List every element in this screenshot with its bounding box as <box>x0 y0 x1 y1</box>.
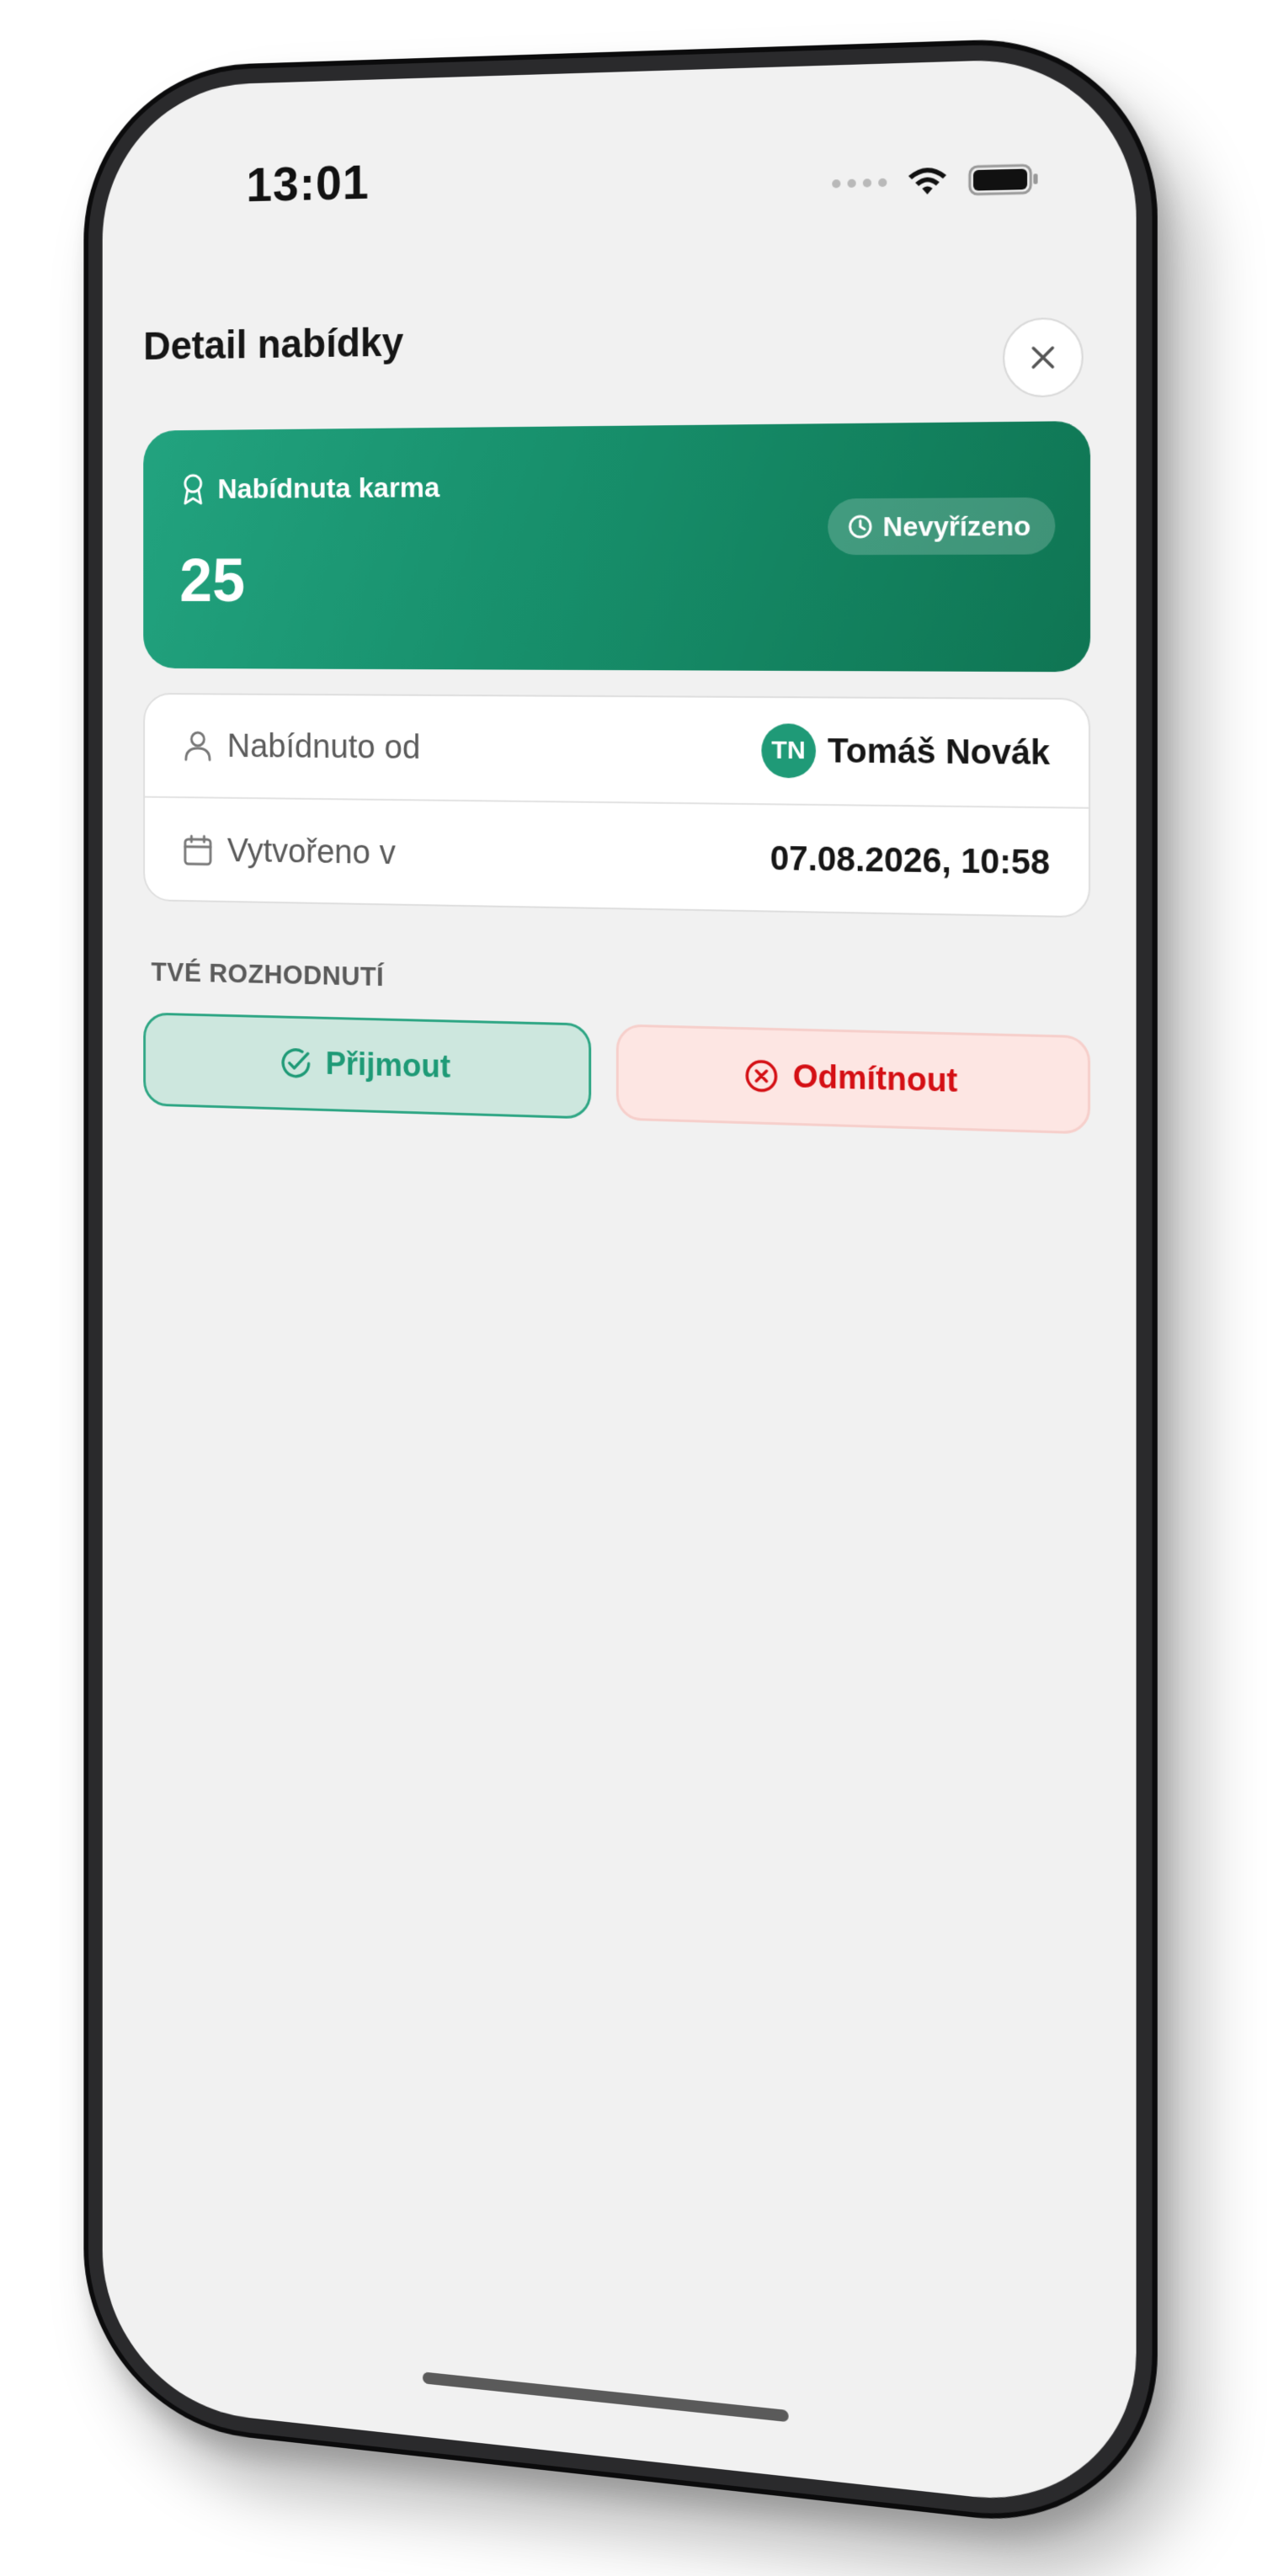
decision-buttons: Přijmout Odmítnout <box>143 1012 1091 1135</box>
status-badge-label: Nevyřízeno <box>882 509 1031 542</box>
accept-label: Přijmout <box>325 1046 451 1085</box>
offer-info-card: Nabídnuto od TN Tomáš Novák Vytvořeno v <box>143 693 1091 918</box>
x-circle-icon <box>743 1057 779 1094</box>
decline-label: Odmítnout <box>792 1058 958 1099</box>
offered-by-label-group: Nabídnuto od <box>183 727 420 767</box>
offered-by-label: Nabídnuto od <box>226 727 421 766</box>
created-label: Vytvořeno v <box>226 832 396 871</box>
award-icon <box>181 473 205 506</box>
karma-label: Nabídnuta karma <box>217 471 440 505</box>
decline-button[interactable]: Odmítnout <box>615 1024 1091 1135</box>
clock-icon <box>847 513 875 540</box>
phone-frame: 13:01 Detail nabídky Nabídnuta karma 25 … <box>83 34 1158 2538</box>
avatar: TN <box>761 723 816 779</box>
created-value: 07.08.2026, 10:58 <box>770 839 1051 881</box>
karma-label-row: Nabídnuta karma <box>181 471 439 506</box>
created-row: Vytvořeno v 07.08.2026, 10:58 <box>145 798 1089 918</box>
accept-button[interactable]: Přijmout <box>143 1012 592 1120</box>
karma-card: Nabídnuta karma 25 Nevyřízeno <box>143 420 1091 673</box>
check-circle-icon <box>279 1046 312 1081</box>
offered-by-row: Nabídnuto od TN Tomáš Novák <box>145 694 1089 809</box>
close-button[interactable] <box>1003 317 1084 398</box>
phone-screen: 13:01 Detail nabídky Nabídnuta karma 25 … <box>102 56 1137 2515</box>
decision-heading: TVÉ ROZHODNUTÍ <box>151 956 385 992</box>
status-badge: Nevyřízeno <box>828 497 1056 556</box>
user-icon <box>183 729 213 762</box>
signal-dots-icon <box>832 178 887 189</box>
page-title: Detail nabídky <box>143 320 404 369</box>
created-label-group: Vytvořeno v <box>183 832 396 872</box>
scene: 13:01 Detail nabídky Nabídnuta karma 25 … <box>0 0 1273 2576</box>
offered-by-value[interactable]: TN Tomáš Novák <box>761 723 1050 780</box>
battery-icon <box>968 162 1040 197</box>
wifi-icon <box>906 165 949 199</box>
offered-by-name: Tomáš Novák <box>828 732 1051 772</box>
status-icons <box>832 162 1039 200</box>
close-icon <box>1028 343 1057 372</box>
home-indicator[interactable] <box>423 2371 789 2423</box>
status-time: 13:01 <box>246 155 370 212</box>
karma-value: 25 <box>179 546 245 615</box>
calendar-icon <box>183 833 213 867</box>
